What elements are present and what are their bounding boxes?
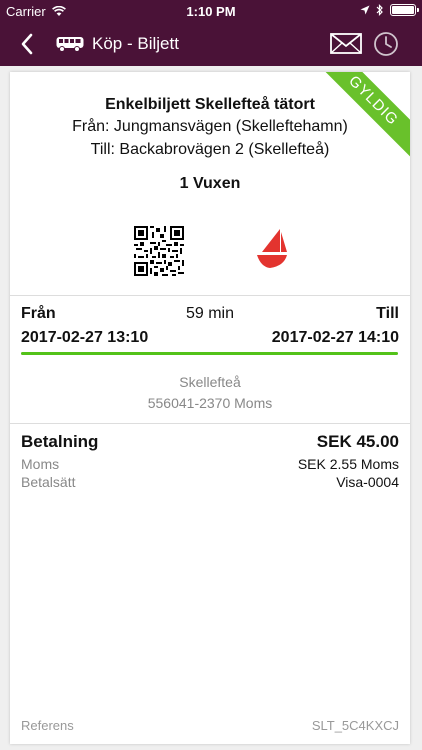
reference-label: Referens bbox=[21, 718, 74, 733]
vat-label: Moms bbox=[21, 456, 60, 472]
payment-method-value: Visa-0004 bbox=[336, 474, 399, 490]
location-icon bbox=[360, 5, 370, 15]
back-button[interactable] bbox=[14, 30, 42, 58]
payment-method-label: Betalsätt bbox=[21, 474, 76, 490]
status-indicators bbox=[360, 4, 419, 16]
to-label: Till bbox=[376, 305, 399, 322]
seller-name: Skellefteå bbox=[179, 374, 241, 390]
payment-amount: SEK 45.00 bbox=[316, 432, 399, 451]
to-stop: Till: Backabrovägen 2 (Skellefteå) bbox=[90, 141, 330, 158]
payment-label: Betalning bbox=[21, 432, 99, 451]
nav-bar: Köp - Biljett bbox=[0, 22, 422, 66]
departure-time: 2017-02-27 13:10 bbox=[21, 329, 149, 346]
validity-progress-fill bbox=[21, 352, 398, 355]
arrival-time: 2017-02-27 14:10 bbox=[271, 329, 399, 346]
validity-progress-bar bbox=[21, 352, 398, 355]
seller-org-number: 556041-2370 Moms bbox=[147, 395, 273, 411]
history-button[interactable] bbox=[373, 31, 399, 62]
bus-icon bbox=[56, 37, 84, 52]
status-bar: Carrier 1:10 PM bbox=[0, 0, 422, 22]
divider bbox=[10, 295, 410, 296]
passenger-count: 1 Vuxen bbox=[179, 175, 241, 192]
battery-fill bbox=[392, 6, 414, 14]
mail-button[interactable] bbox=[330, 31, 362, 60]
mail-icon bbox=[330, 33, 362, 54]
clock-icon bbox=[374, 32, 398, 56]
clock-time: 1:10 PM bbox=[186, 4, 236, 19]
operator-logo bbox=[257, 229, 287, 268]
bluetooth-icon bbox=[376, 4, 383, 16]
ticket-title: Enkelbiljett Skellefteå tätort bbox=[105, 96, 315, 113]
ticket-card: GYLDIG Enkelbiljett Skellefteå tätort Fr… bbox=[10, 72, 410, 744]
vat-value: SEK 2.55 Moms bbox=[297, 456, 399, 472]
nav-title: Köp - Biljett bbox=[92, 34, 179, 53]
from-stop: Från: Jungmansvägen (Skelleftehamn) bbox=[72, 118, 348, 135]
reference-value: SLT_5C4KXCJ bbox=[311, 718, 399, 733]
trip-duration: 59 min bbox=[185, 305, 235, 322]
chevron-left-icon bbox=[21, 33, 33, 55]
divider bbox=[10, 423, 410, 424]
battery-icon bbox=[390, 4, 419, 16]
qr-code[interactable] bbox=[134, 226, 184, 276]
